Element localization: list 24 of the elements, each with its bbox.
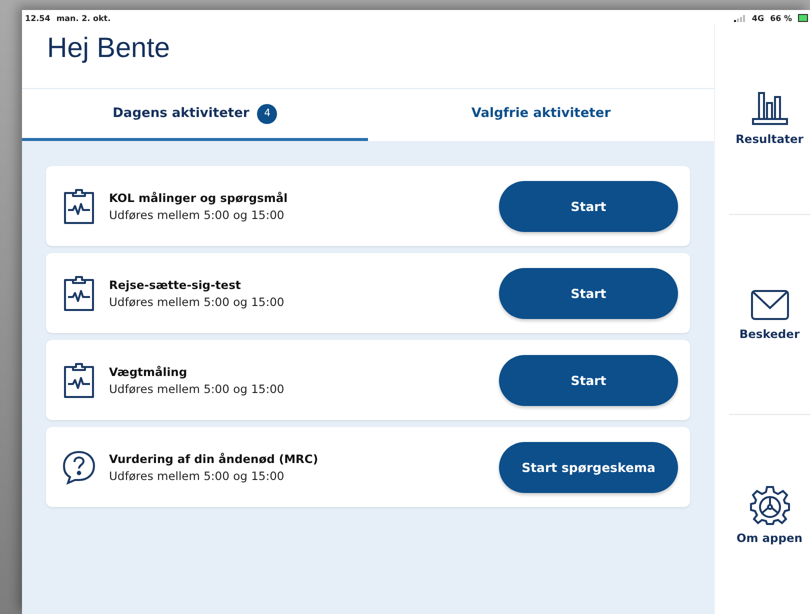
activity-title: KOL målinger og spørgsmål: [109, 190, 289, 204]
sidebar-label: Om appen: [736, 530, 802, 544]
start-button[interactable]: Start: [499, 354, 678, 406]
page-title: Hej Bente: [47, 32, 171, 64]
activity-time: Udføres mellem 5:00 og 15:00: [109, 382, 286, 396]
tab[interactable]: Dagens aktiviteter 4: [22, 89, 368, 141]
start-button[interactable]: Start spørgeskema: [499, 442, 678, 492]
count-badge: 4: [257, 104, 278, 124]
sidebar-label: Beskeder: [739, 326, 800, 340]
network-label: 4G: [752, 14, 764, 22]
sidebar-item[interactable]: Om appen: [729, 414, 810, 614]
activity-title: Vægtmåling: [109, 364, 188, 378]
start-button[interactable]: Start: [499, 180, 678, 232]
status-time: 12.54: [25, 14, 50, 22]
status-date: man. 2. okt.: [56, 14, 111, 22]
sidebar-label: Resultater: [736, 132, 804, 146]
activity-time: Udføres mellem 5:00 og 15:00: [109, 468, 286, 482]
activity-title: Rejse-sætte-sig-test: [109, 278, 242, 292]
activity-title: Vurdering af din åndenød (MRC): [109, 452, 320, 466]
start-button[interactable]: Start: [499, 268, 678, 318]
sidebar-item[interactable]: Beskeder: [729, 214, 810, 414]
activity-time: Udføres mellem 5:00 og 15:00: [109, 208, 286, 222]
battery-percent: 66 %: [770, 14, 792, 22]
activity-time: Udføres mellem 5:00 og 15:00: [109, 294, 286, 308]
